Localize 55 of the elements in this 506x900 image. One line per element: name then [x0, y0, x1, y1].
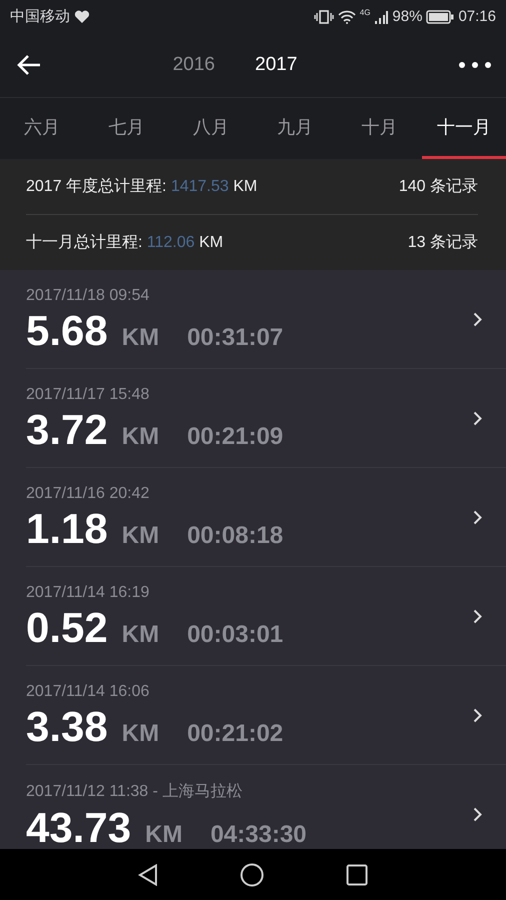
record-distance: 0.52: [26, 604, 108, 652]
chevron-right-icon[interactable]: [473, 708, 482, 722]
total-distance-text: 十一月总计里程: 112.06 KM: [26, 232, 224, 253]
recents-nav-icon[interactable]: [346, 864, 368, 886]
record-distance: 43.73: [26, 804, 132, 849]
chevron-right-icon[interactable]: [473, 510, 482, 524]
distance-unit: KM: [122, 522, 160, 550]
chevron-right-icon[interactable]: [473, 806, 482, 822]
record-date: 2017/11/14 16:19: [26, 584, 150, 602]
record-distance: 3.72: [26, 406, 108, 454]
heart-icon: [74, 10, 90, 24]
wifi-icon: [338, 10, 356, 24]
record-distance: 3.38: [26, 703, 108, 751]
chevron-right-icon[interactable]: [473, 312, 482, 326]
record-date: 2017/11/16 20:42: [26, 485, 150, 503]
distance-unit: KM: [145, 820, 182, 848]
month-tab[interactable]: 六月: [0, 98, 84, 159]
record-date: 2017/11/12 11:38 - 上海马拉松: [26, 782, 244, 802]
chevron-right-icon[interactable]: [473, 410, 482, 426]
month-tab[interactable]: 九月: [252, 98, 338, 159]
total-distance-text: 2017 年度总计里程: 1417.53 KM: [26, 176, 258, 197]
battery-percent: 98%: [392, 8, 422, 25]
signal-icon: [374, 10, 388, 24]
record-duration: 00:08:18: [187, 522, 284, 550]
record-duration: 00:31:07: [187, 324, 284, 352]
record-duration: 04:33:30: [210, 820, 307, 848]
month-tab[interactable]: 七月: [84, 98, 169, 159]
distance-unit: KM: [122, 720, 160, 748]
chevron-right-icon[interactable]: [473, 608, 482, 624]
record-distance: 5.68: [26, 307, 108, 355]
vibrate-icon: [314, 8, 334, 24]
month-tab[interactable]: 八月: [168, 98, 253, 159]
battery-icon: [426, 10, 454, 24]
clock-time: 07:16: [458, 8, 496, 25]
record-date: 2017/11/14 16:06: [26, 683, 150, 701]
distance-unit: KM: [122, 423, 160, 451]
record-date: 2017/11/17 15:48: [26, 386, 150, 404]
home-nav-icon[interactable]: [240, 862, 264, 886]
distance-unit: KM: [122, 324, 160, 352]
year-tab[interactable]: 2017: [255, 54, 298, 76]
back-arrow-icon[interactable]: [16, 54, 42, 76]
record-count: 13 条记录: [408, 233, 478, 253]
back-nav-icon[interactable]: [138, 864, 158, 886]
record-duration: 00:03:01: [187, 621, 284, 649]
record-duration: 00:21:09: [187, 423, 284, 451]
year-tab[interactable]: 2016: [172, 54, 215, 76]
record-distance: 1.18: [26, 505, 108, 553]
record-count: 140 条记录: [398, 177, 478, 197]
month-tab[interactable]: 十月: [337, 98, 422, 159]
carrier-name: 中国移动: [10, 7, 70, 26]
distance-unit: KM: [122, 621, 160, 649]
record-date: 2017/11/18 09:54: [26, 287, 150, 305]
record-duration: 00:21:02: [187, 720, 284, 748]
more-icon[interactable]: [458, 61, 492, 69]
network-type: 4G: [360, 8, 370, 17]
